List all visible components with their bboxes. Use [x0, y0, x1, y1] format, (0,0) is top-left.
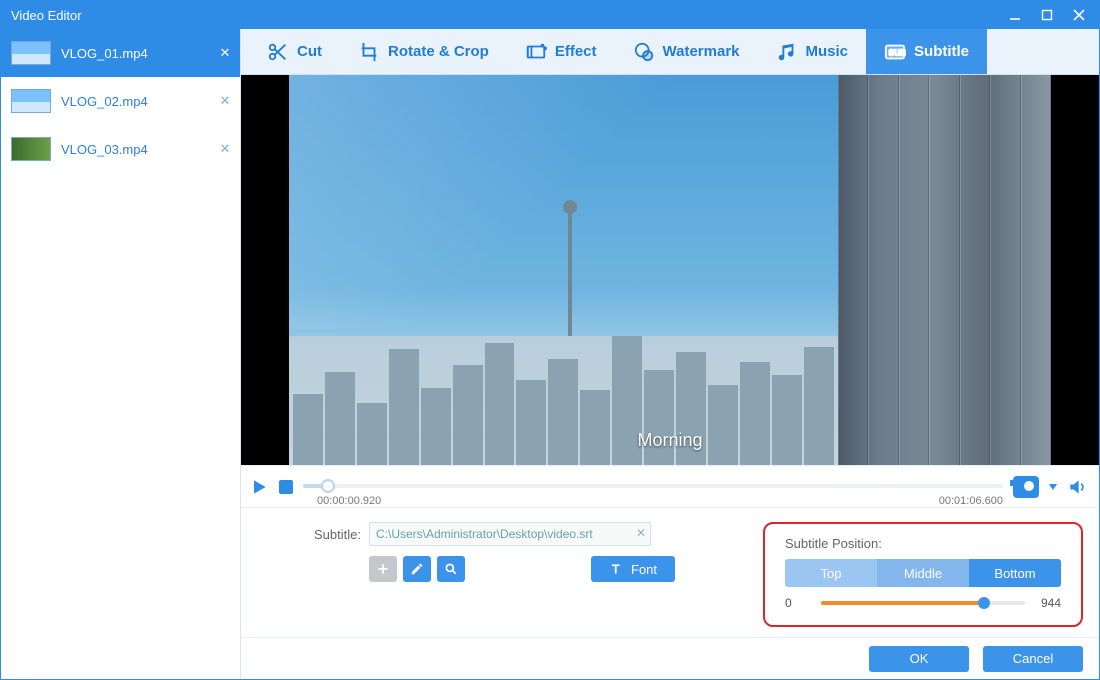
- tab-label: Music: [806, 43, 849, 60]
- window-title: Video Editor: [11, 8, 999, 23]
- tab-label: Effect: [555, 43, 597, 60]
- subtitle-caption: Morning: [637, 430, 702, 451]
- maximize-button[interactable]: [1031, 3, 1063, 27]
- file-thumbnail: [11, 89, 51, 113]
- file-thumbnail: [11, 137, 51, 161]
- subtitle-icon: SUB: [884, 41, 906, 63]
- total-time: 00:01:06.600: [939, 495, 1003, 507]
- crop-icon: [358, 41, 380, 63]
- scissors-icon: [267, 41, 289, 63]
- position-middle[interactable]: Middle: [877, 559, 969, 587]
- tab-subtitle[interactable]: SUB Subtitle: [866, 29, 987, 74]
- timeline-slider[interactable]: 00:00:00.920 00:01:06.600: [303, 475, 1003, 499]
- svg-text:SUB: SUB: [889, 48, 906, 57]
- close-button[interactable]: [1063, 3, 1095, 27]
- minimize-button[interactable]: [999, 3, 1031, 27]
- position-segmented: Top Middle Bottom: [785, 559, 1061, 587]
- snapshot-button[interactable]: [1013, 476, 1039, 498]
- watermark-icon: [633, 41, 655, 63]
- ok-button[interactable]: OK: [869, 646, 969, 672]
- search-subtitle-button[interactable]: [437, 556, 465, 582]
- clear-path-icon[interactable]: ✕: [636, 526, 646, 540]
- subtitle-path-field[interactable]: C:\Users\Administrator\Desktop\video.srt…: [369, 522, 651, 546]
- subtitle-panel: Subtitle: C:\Users\Administrator\Desktop…: [241, 507, 1099, 637]
- title-bar: Video Editor: [1, 1, 1099, 29]
- tab-label: Watermark: [663, 43, 740, 60]
- file-item[interactable]: VLOG_01.mp4 ✕: [1, 29, 240, 77]
- add-subtitle-button[interactable]: [369, 556, 397, 582]
- tab-rotate-crop[interactable]: Rotate & Crop: [340, 29, 507, 74]
- tab-effect[interactable]: Effect: [507, 29, 615, 74]
- volume-button[interactable]: [1067, 477, 1087, 497]
- position-bottom[interactable]: Bottom: [969, 559, 1061, 587]
- remove-file-icon[interactable]: ✕: [216, 92, 234, 110]
- tab-watermark[interactable]: Watermark: [615, 29, 758, 74]
- remove-file-icon[interactable]: ✕: [216, 44, 234, 62]
- player-controls: 00:00:00.920 00:01:06.600: [241, 465, 1099, 507]
- file-item[interactable]: VLOG_02.mp4 ✕: [1, 77, 240, 125]
- letterbox-right: [1051, 75, 1099, 465]
- font-button[interactable]: Font: [591, 556, 675, 582]
- subtitle-path-value: C:\Users\Administrator\Desktop\video.srt: [376, 527, 593, 541]
- effect-icon: [525, 41, 547, 63]
- letterbox-left: [241, 75, 289, 465]
- preview-area: Morning: [241, 75, 1099, 465]
- tool-tabs: Cut Rotate & Crop Effect: [241, 29, 1099, 75]
- tab-music[interactable]: Music: [758, 29, 867, 74]
- cancel-button[interactable]: Cancel: [983, 646, 1083, 672]
- file-thumbnail: [11, 41, 51, 65]
- file-item[interactable]: VLOG_03.mp4 ✕: [1, 125, 240, 173]
- play-button[interactable]: [249, 477, 269, 497]
- file-name: VLOG_03.mp4: [61, 142, 206, 157]
- current-time: 00:00:00.920: [317, 495, 381, 507]
- subtitle-position-group: Subtitle Position: Top Middle Bottom 0 9…: [763, 522, 1083, 627]
- snapshot-dropdown-icon[interactable]: [1049, 484, 1057, 490]
- remove-file-icon[interactable]: ✕: [216, 140, 234, 158]
- file-name: VLOG_02.mp4: [61, 94, 206, 109]
- slider-max: 944: [1033, 596, 1061, 610]
- tab-cut[interactable]: Cut: [249, 29, 340, 74]
- stop-button[interactable]: [279, 480, 293, 494]
- file-list: VLOG_01.mp4 ✕ VLOG_02.mp4 ✕ VLOG_03.mp4 …: [1, 29, 241, 679]
- video-preview[interactable]: Morning: [289, 75, 1051, 465]
- music-icon: [776, 41, 798, 63]
- edit-subtitle-button[interactable]: [403, 556, 431, 582]
- slider-min: 0: [785, 596, 813, 610]
- font-button-label: Font: [631, 562, 657, 577]
- footer: OK Cancel: [241, 637, 1099, 679]
- tab-label: Cut: [297, 43, 322, 60]
- tab-label: Subtitle: [914, 43, 969, 60]
- subtitle-position-title: Subtitle Position:: [785, 536, 1061, 551]
- tab-label: Rotate & Crop: [388, 43, 489, 60]
- subtitle-path-label: Subtitle:: [305, 527, 361, 542]
- file-name: VLOG_01.mp4: [61, 46, 206, 61]
- position-top[interactable]: Top: [785, 559, 877, 587]
- position-slider[interactable]: [821, 595, 1025, 611]
